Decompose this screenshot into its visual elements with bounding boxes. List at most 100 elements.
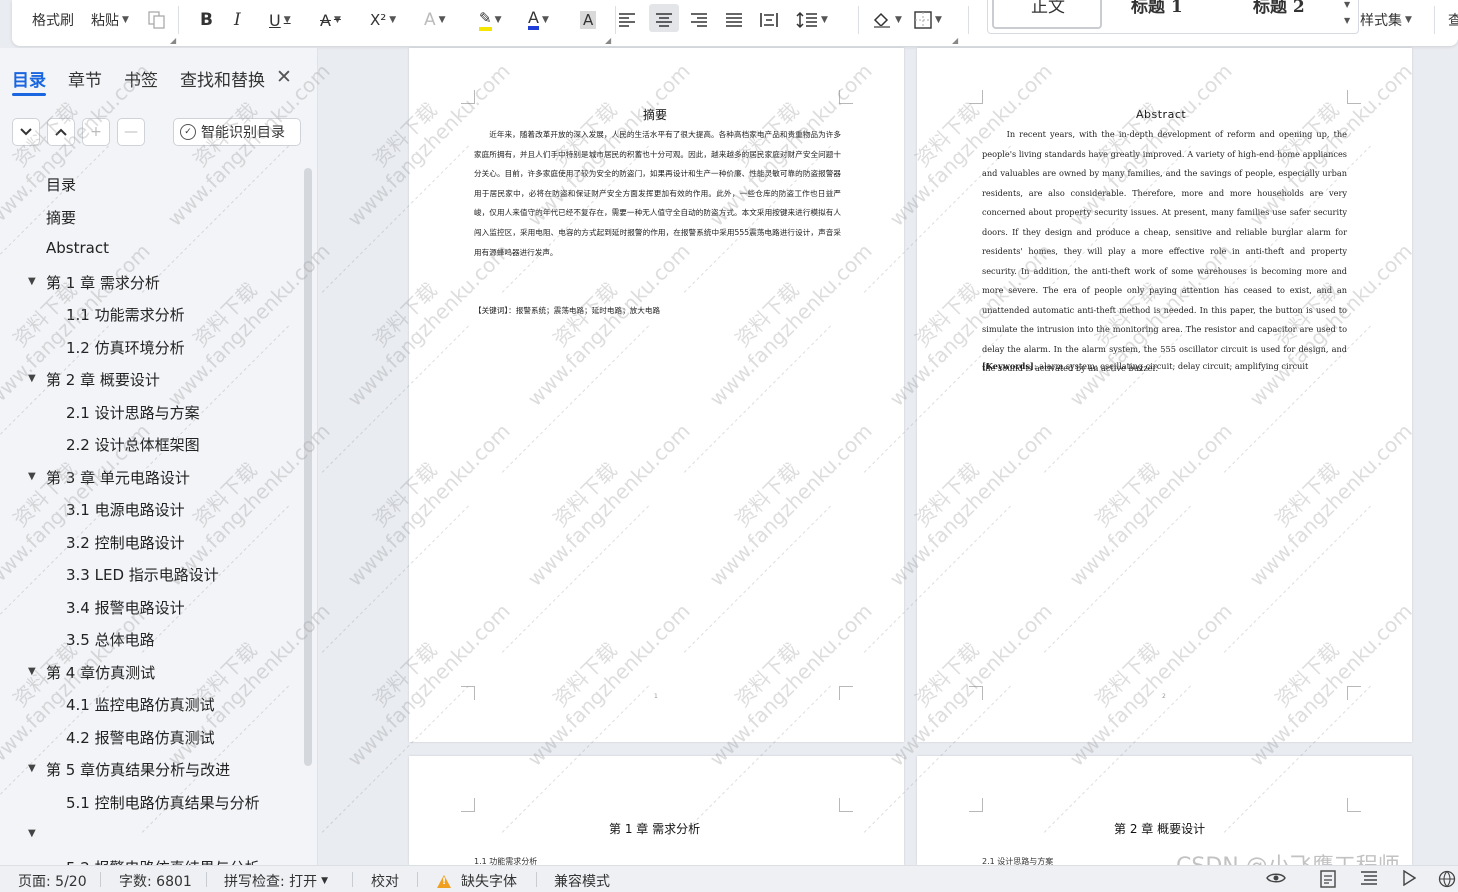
tab-find-replace[interactable]: 查找和替换: [180, 66, 265, 91]
borders-button[interactable]: ▼: [914, 8, 942, 32]
borders-icon: [914, 11, 932, 29]
page-indicator[interactable]: 页面: 5/20: [18, 871, 87, 891]
active-tab-indicator: [12, 93, 46, 96]
font-color-button[interactable]: A ▼: [528, 8, 549, 32]
tab-bookmarks[interactable]: 书签: [124, 66, 158, 91]
missing-font-button[interactable]: ! 缺失字体: [437, 871, 517, 891]
chevron-up-icon: [55, 128, 67, 136]
toc-item[interactable]: 摘要: [46, 207, 76, 228]
page-abstract-en[interactable]: Abstract In recent years, with the in-de…: [917, 48, 1412, 742]
smart-toc-button[interactable]: ✓ 智能识别目录: [173, 118, 301, 146]
chevron-down-icon: ▼: [821, 15, 828, 25]
proofread-button[interactable]: 校对: [371, 871, 399, 891]
toc-item[interactable]: 5.1 控制电路仿真结果与分析: [66, 792, 260, 813]
expand-arrow-icon[interactable]: ▼: [28, 373, 36, 384]
toc-item[interactable]: Abstract: [46, 239, 109, 257]
outline-view-icon[interactable]: [1360, 870, 1378, 890]
expand-arrow-icon[interactable]: ▼: [28, 471, 36, 482]
collapse-all-button[interactable]: [47, 118, 75, 146]
toc-item[interactable]: 目录: [46, 174, 76, 195]
align-right-button[interactable]: [690, 8, 708, 32]
toc-item[interactable]: 第 4 章仿真测试: [46, 662, 155, 683]
crop-mark: [839, 798, 853, 812]
dialog-launcher-icon[interactable]: ◢: [170, 36, 176, 45]
style-heading1[interactable]: 标题 1: [1131, 0, 1183, 17]
paste-button[interactable]: 粘贴 ▼: [91, 8, 129, 32]
section-heading: 2.1 设计思路与方案: [982, 857, 1054, 865]
toc-item[interactable]: 1.1 功能需求分析: [66, 304, 185, 325]
strikethrough-button[interactable]: A ▼: [320, 8, 341, 32]
add-heading-button[interactable]: +: [82, 118, 110, 146]
expand-all-button[interactable]: [12, 118, 40, 146]
chapter-title: 第 1 章 需求分析: [609, 822, 701, 836]
page-view-icon[interactable]: [1320, 870, 1336, 892]
toc-item[interactable]: 3.5 总体电路: [66, 629, 155, 650]
align-center-button[interactable]: [655, 8, 673, 32]
chevron-down-icon: ▼: [494, 15, 502, 25]
highlight-button[interactable]: ✎ ▼: [479, 8, 502, 32]
bold-button[interactable]: B: [200, 8, 213, 32]
char-shading-button[interactable]: A: [580, 8, 597, 32]
shading-button[interactable]: ▼: [872, 8, 902, 32]
nav-scrollbar[interactable]: [304, 168, 312, 766]
close-icon[interactable]: ✕: [276, 66, 292, 88]
smart-detect-icon: ✓: [180, 124, 196, 140]
spell-check-toggle[interactable]: 拼写检查: 打开 ▼: [224, 871, 328, 891]
bold-label: B: [200, 10, 213, 30]
underline-button[interactable]: U ▼: [269, 8, 291, 32]
toc-item[interactable]: 第 5 章仿真结果分析与改进: [46, 759, 230, 780]
toc-item[interactable]: 4.1 监控电路仿真测试: [66, 694, 215, 715]
play-icon[interactable]: [1402, 869, 1417, 890]
style-body[interactable]: 正文: [1031, 0, 1065, 17]
web-view-icon[interactable]: [1438, 870, 1456, 892]
chevron-down-icon: ▼: [438, 15, 446, 25]
line-spacing-button[interactable]: ▼: [796, 8, 828, 32]
toc-item[interactable]: 3.3 LED 指示电路设计: [66, 564, 219, 585]
dialog-launcher-icon[interactable]: ◢: [952, 36, 958, 45]
expand-arrow-icon[interactable]: ▼: [28, 828, 36, 839]
ribbon-toolbar: 格式刷 粘贴 ▼ ◢ B I U ▼ A ▼ X² ▼ A ▼ ✎ ▼ A ▼ A ◢: [0, 0, 1458, 48]
toc-item[interactable]: 1.2 仿真环境分析: [66, 337, 185, 358]
align-left-button[interactable]: [618, 8, 636, 32]
style-heading2[interactable]: 标题 2: [1253, 0, 1305, 17]
toc-item[interactable]: 第 3 章 单元电路设计: [46, 467, 190, 488]
toc-item[interactable]: 第 2 章 概要设计: [46, 369, 160, 390]
style-gallery[interactable]: 正文 标题 1 标题 2 ▼ ▼: [987, 0, 1359, 34]
toc-item[interactable]: 2.2 设计总体框架图: [66, 434, 200, 455]
word-count[interactable]: 字数: 6801: [119, 871, 192, 891]
expand-arrow-icon[interactable]: ▼: [28, 763, 36, 774]
remove-heading-button[interactable]: —: [117, 118, 145, 146]
clear-format-button[interactable]: A ▼: [424, 8, 446, 32]
eye-icon[interactable]: [1266, 870, 1286, 890]
italic-button[interactable]: I: [234, 8, 241, 32]
font-color-label: A: [528, 10, 539, 30]
smart-toc-label: 智能识别目录: [201, 125, 285, 141]
find-button[interactable]: 查: [1448, 8, 1458, 32]
format-painter-label: 格式刷: [32, 13, 74, 29]
line-spacing-icon: [796, 11, 817, 29]
crop-mark: [969, 90, 983, 104]
toc-item[interactable]: 3.2 控制电路设计: [66, 532, 185, 553]
gallery-scroll-up-icon[interactable]: ▼: [1344, 0, 1350, 9]
tab-toc[interactable]: 目录: [12, 66, 46, 91]
tab-chapters[interactable]: 章节: [68, 66, 102, 91]
dialog-launcher-icon[interactable]: ◢: [605, 36, 611, 45]
toc-item[interactable]: 2.1 设计思路与方案: [66, 402, 200, 423]
page-abstract-cn[interactable]: 摘要 近年来，随着改革开放的深入发展，人民的生活水平有了很大提高。各种高档家电产…: [409, 48, 904, 742]
gallery-expand-icon[interactable]: ▼: [1344, 16, 1350, 25]
page-chapter1[interactable]: 第 1 章 需求分析 1.1 功能需求分析: [409, 756, 904, 865]
distribute-button[interactable]: [760, 8, 778, 32]
toc-item[interactable]: 4.2 报警电路仿真测试: [66, 727, 215, 748]
align-left-icon: [619, 13, 635, 27]
toc-item[interactable]: 第 1 章 需求分析: [46, 272, 160, 293]
expand-arrow-icon[interactable]: ▼: [28, 276, 36, 287]
expand-arrow-icon[interactable]: ▼: [28, 666, 36, 677]
toc-item[interactable]: 3.4 报警电路设计: [66, 597, 185, 618]
chevron-down-icon: ▼: [389, 15, 397, 25]
format-painter-button[interactable]: 格式刷: [32, 8, 74, 32]
style-set-button[interactable]: 样式集 ▼: [1360, 8, 1412, 32]
justify-button[interactable]: [725, 8, 743, 32]
copy-icon[interactable]: [147, 8, 167, 32]
toc-item[interactable]: 3.1 电源电路设计: [66, 499, 185, 520]
superscript-button[interactable]: X² ▼: [370, 8, 396, 32]
